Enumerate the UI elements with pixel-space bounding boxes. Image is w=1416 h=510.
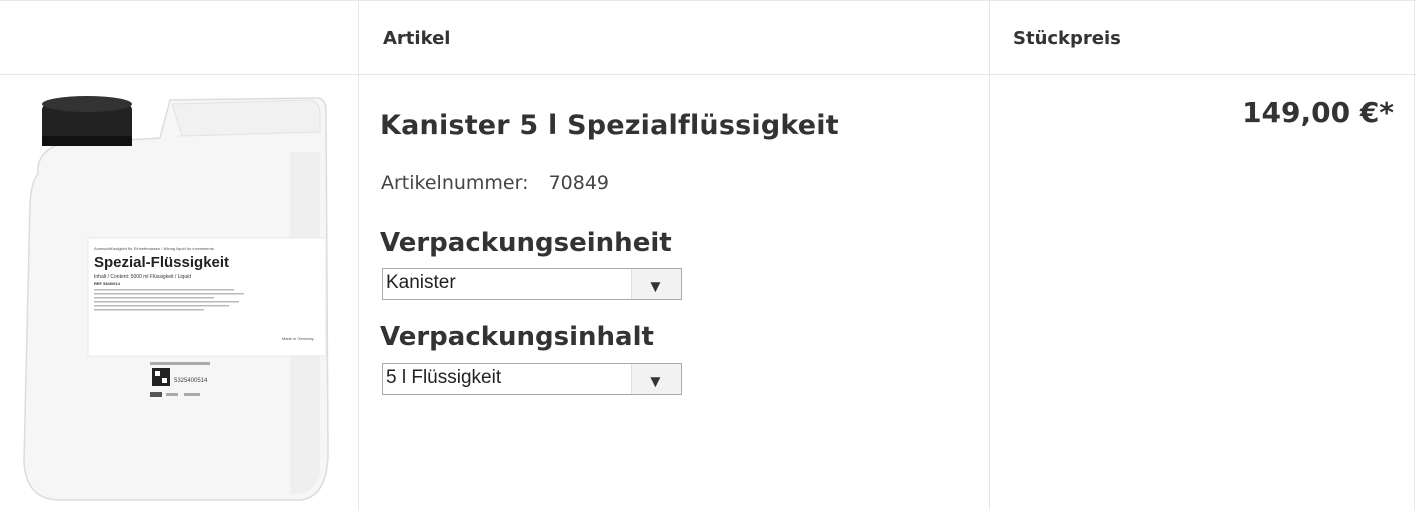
packaging-content-heading: Verpackungsinhalt [380, 322, 654, 352]
table-header [0, 0, 1416, 75]
packaging-content-dropdown-button[interactable]: ▼ [631, 364, 681, 394]
unit-price: 149,00 €* [1242, 96, 1394, 129]
label-content: Inhalt / Content: 5000 ml Flüssigkeit / … [94, 274, 191, 280]
label-made-in: Made in Germany [282, 336, 314, 341]
product-table: Artikel Stückpreis Anmischflüssigkeit fü… [0, 0, 1416, 510]
label-small-top: Anmischflüssigkeit für Einbettmassen / M… [94, 246, 214, 251]
column-header-article: Artikel [383, 28, 451, 49]
packaging-content-selected-value: 5 l Flüssigkeit [386, 367, 502, 388]
label-ref: REF 5340/014 [94, 281, 121, 286]
article-number-row: Artikelnummer: 70849 [381, 172, 609, 194]
column-divider [1414, 0, 1415, 510]
column-divider [358, 0, 359, 510]
column-divider [989, 0, 990, 510]
article-number-label: Artikelnummer: [381, 172, 529, 194]
packaging-content-select[interactable]: 5 l Flüssigkeit ▼ [382, 363, 682, 395]
article-number-value: 70849 [548, 172, 610, 194]
packaging-unit-selected-value: Kanister [386, 272, 456, 293]
packaging-unit-select[interactable]: Kanister ▼ [382, 268, 682, 300]
packaging-unit-dropdown-button[interactable]: ▼ [631, 269, 681, 299]
triangle-down-icon: ▼ [647, 277, 664, 296]
label-title: Spezial-Flüssigkeit [94, 254, 229, 271]
product-title[interactable]: Kanister 5 l Spezialflüssigkeit [380, 110, 839, 141]
packaging-unit-heading: Verpackungseinheit [380, 228, 672, 258]
label-barcode-number: 5325400514 [174, 378, 208, 384]
triangle-down-icon: ▼ [647, 372, 664, 391]
product-image[interactable]: Anmischflüssigkeit für Einbettmassen / M… [20, 92, 338, 502]
column-header-unit-price: Stückpreis [1013, 28, 1121, 49]
